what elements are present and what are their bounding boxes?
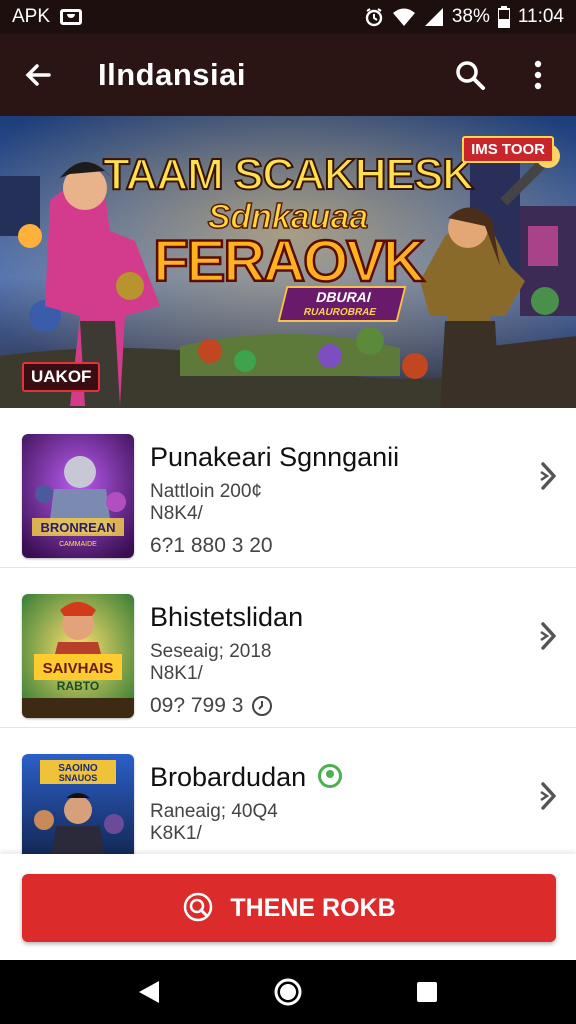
system-nav-bar [0,960,576,1024]
banner-ribbon: DBURAI RUAUROBRAE [277,286,407,322]
battery-icon [497,6,510,28]
signal-icon [424,8,443,26]
game-list: BRONREAN CAMMAIDE Punakeari Sgnnganii Na… [0,408,576,854]
chevron-right-icon[interactable] [536,778,560,814]
game-name: Bhistetslidan [150,602,304,632]
thumbnail-subtitle: SNAUOS [59,773,98,783]
list-item[interactable]: SAIVHAIS RABTO Bhistetslidan Seseaig; 20… [0,568,576,728]
game-meta-1: Nattloin 200¢ [150,481,262,502]
game-meta-3: 09? 799 3 [150,694,273,718]
chevron-right-icon[interactable] [536,618,560,654]
status-bar: APK 38% 11:04 [0,0,576,34]
game-meta-2: N8K1/ [150,663,203,684]
game-thumbnail: SAOINO SNAUOS [22,754,134,854]
battery-percent: 38% [451,6,490,27]
wifi-icon [392,8,415,26]
game-meta-2: K8K1/ [150,823,202,844]
game-thumbnail: SAIVHAIS RABTO [22,594,134,718]
search-icon[interactable] [450,55,490,95]
banner-bottom-label: UAKOF [22,362,101,392]
game-thumbnail: BRONREAN CAMMAIDE [22,434,134,558]
page-title: Ilndansiai [98,57,246,92]
recents-square-icon[interactable] [407,972,447,1012]
thumbnail-subtitle: RABTO [57,679,99,693]
game-meta-3: 6?1 880 3 20 [150,534,273,558]
banner-corner-tag: IMS TOOR [462,136,554,163]
game-meta-1: Seseaig; 2018 [150,641,272,662]
banner-title-line3: FERAOVK [152,228,426,296]
app-bar: Ilndansiai [0,34,576,116]
back-arrow-icon[interactable] [18,55,58,95]
game-name-text: Brobardudan [150,762,307,792]
banner-ribbon-line1: DBURAI [314,289,373,305]
thumbnail-title: BRONREAN [40,520,115,535]
more-vert-icon[interactable] [518,55,558,95]
status-app-label: APK [12,6,51,27]
game-meta-3-text: 09? 799 3 [150,694,244,717]
thumbnail-title: SAIVHAIS [43,660,114,677]
alarm-icon [365,8,383,27]
search-icon [184,892,213,922]
game-meta-1: Raneaig; 40Q4 [150,801,278,822]
list-item[interactable]: BRONREAN CAMMAIDE Punakeari Sgnnganii Na… [0,408,576,568]
game-name: Punakeari Sgnnganii [150,442,400,472]
notification-icon [60,9,83,25]
clock-time: 11:04 [517,6,564,27]
thumbnail-subtitle: CAMMAIDE [59,541,97,548]
bottom-action-area: THENE ROKB [0,854,576,960]
chevron-right-icon[interactable] [536,458,560,494]
primary-action-button[interactable]: THENE ROKB [22,874,556,942]
banner-ribbon-line2: RUAUROBRAE [302,307,378,318]
featured-banner[interactable]: TAAM SCAKHESK Sdnkauaa FERAOVK DBURAI RU… [0,116,576,408]
clock-icon [252,696,273,716]
list-item[interactable]: SAOINO SNAUOS Brobardudan Raneaig; 40Q4 … [0,728,576,854]
home-circle-icon[interactable] [268,972,308,1012]
game-meta-3-text: 6?1 880 3 20 [150,534,273,557]
primary-action-label: THENE ROKB [230,893,396,922]
game-name: Brobardudan [150,762,343,793]
game-meta-2: N8K4/ [150,503,203,524]
back-triangle-icon[interactable] [129,972,169,1012]
verified-badge-icon [318,763,343,788]
